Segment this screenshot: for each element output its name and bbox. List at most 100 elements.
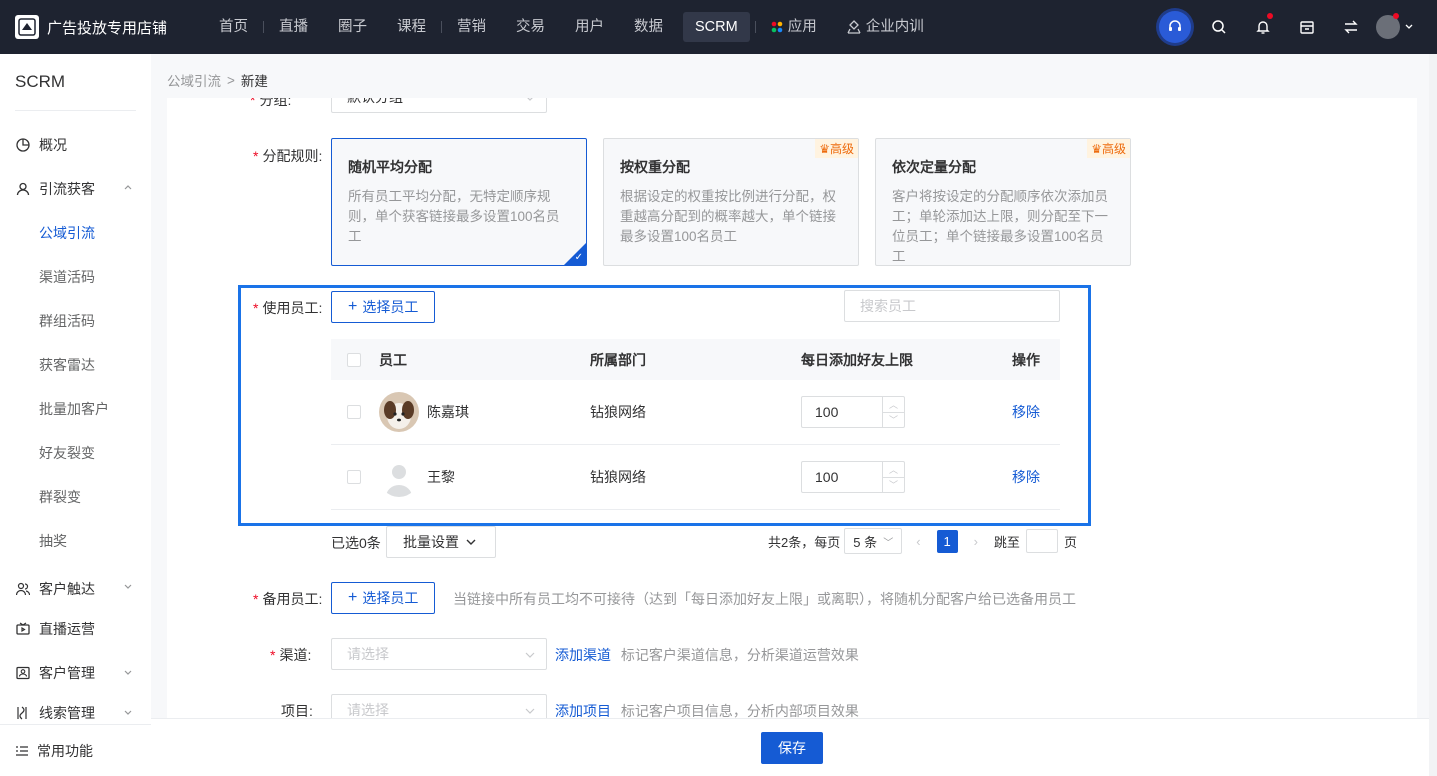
- prev-page-icon[interactable]: ‹: [916, 534, 920, 549]
- selected-count: 已选0条: [331, 535, 381, 551]
- rule-card-sequential[interactable]: ♛ 高级 依次定量分配 客户将按设定的分配顺序依次添加员工；单轮添加达上限，则分配…: [875, 138, 1131, 266]
- apps-grid-icon: [771, 21, 783, 33]
- sidebar-item-reach[interactable]: 客户触达: [0, 569, 151, 609]
- page-size-select[interactable]: 5 条 ﹀: [844, 528, 903, 554]
- chevron-down-icon: [527, 98, 533, 101]
- sidebar-item-label: 客户管理: [39, 665, 95, 681]
- staff-label: * 使用员工:: [253, 300, 323, 316]
- staff-department: 钻狼网络: [590, 469, 646, 485]
- sidebar-item-lead-acquisition[interactable]: 引流获客: [0, 167, 151, 211]
- rule-description: 根据设定的权重按比例进行分配，权重越高分配到的概率越大，单个链接最多设置100名…: [620, 189, 836, 244]
- avatar: [379, 457, 419, 497]
- training-icon: [847, 20, 861, 34]
- remove-link[interactable]: 移除: [1001, 467, 1060, 487]
- store-button[interactable]: [1285, 0, 1329, 54]
- plus-icon: +: [348, 589, 358, 606]
- stepper-up-icon[interactable]: ︿: [883, 462, 904, 478]
- sidebar-sub-batch-add[interactable]: 批量加客户: [0, 387, 151, 431]
- nav-training[interactable]: 企业内训: [832, 12, 939, 42]
- sidebar-item-label: 线索管理: [39, 705, 95, 721]
- customer-service-button[interactable]: [1153, 0, 1197, 54]
- jump-page-input[interactable]: [1025, 529, 1058, 553]
- sidebar-common-functions[interactable]: 常用功能: [0, 724, 151, 776]
- remove-link[interactable]: 移除: [1001, 402, 1060, 422]
- select-all-checkbox[interactable]: [347, 352, 361, 367]
- sidebar-sub-lottery[interactable]: 抽奖: [0, 519, 151, 563]
- select-backup-staff-button[interactable]: + 选择员工: [331, 582, 436, 614]
- stepper-down-icon[interactable]: ﹀: [883, 413, 904, 428]
- breadcrumb-parent[interactable]: 公域引流: [167, 70, 221, 90]
- sidebar-item-overview[interactable]: 概况: [0, 123, 151, 167]
- group-select[interactable]: 默认分组: [331, 98, 547, 113]
- project-select[interactable]: 请选择: [331, 694, 547, 718]
- premium-badge: ♛ 高级: [1087, 139, 1130, 158]
- staff-name: 王黎: [427, 469, 455, 485]
- sidebar-item-label: 直播运营: [39, 621, 95, 637]
- select-staff-button[interactable]: + 选择员工: [331, 291, 436, 323]
- daily-limit-stepper[interactable]: 100 ︿ ﹀: [801, 396, 905, 428]
- sidebar-sub-friend-fission[interactable]: 好友裂变: [0, 431, 151, 475]
- account-menu[interactable]: [1373, 0, 1417, 54]
- search-button[interactable]: [1197, 0, 1241, 54]
- project-placeholder: 请选择: [347, 702, 389, 718]
- pager-total: 共2条，每页: [768, 534, 841, 550]
- sidebar-sub-radar[interactable]: 获客雷达: [0, 343, 151, 387]
- chevron-down-icon: ﹀: [883, 537, 894, 549]
- chevron-down-icon: [525, 652, 535, 658]
- row-checkbox[interactable]: [347, 405, 361, 419]
- chevron-up-icon: [124, 185, 132, 190]
- nav-scrm[interactable]: SCRM: [683, 12, 750, 42]
- col-department: 所属部门: [590, 351, 646, 368]
- nav-live[interactable]: 直播: [264, 12, 323, 42]
- row-checkbox[interactable]: [347, 470, 361, 484]
- sidebar-item-customer-mgmt[interactable]: 客户管理: [0, 649, 151, 697]
- brand[interactable]: 广告投放专用店铺: [0, 15, 200, 39]
- sidebar-sub-channel-code[interactable]: 渠道活码: [0, 255, 151, 299]
- sidebar-sub-public-traffic[interactable]: 公域引流: [0, 211, 151, 255]
- batch-settings-button[interactable]: 批量设置: [386, 526, 496, 558]
- nav-circle[interactable]: 圈子: [323, 12, 382, 42]
- staff-table: 员工 所属部门 每日添加好友上限 操作 陈嘉琪 钻狼网络 100 ︿﹀ 移除: [331, 339, 1060, 510]
- chevron-down-icon: [1405, 24, 1413, 29]
- limit-cell: 100 ︿ ﹀: [801, 461, 1001, 493]
- sidebar-item-live-ops[interactable]: 直播运营: [0, 609, 151, 649]
- page-scrollbar[interactable]: [1429, 54, 1437, 776]
- form-card: *分组: 默认分组 *分配规则: 随机平均分配 所有员工平均分配，无特定顺序规则…: [167, 98, 1417, 718]
- stepper-down-icon[interactable]: ﹀: [883, 478, 904, 493]
- channel-select[interactable]: 请选择: [331, 638, 547, 670]
- nav-trade[interactable]: 交易: [501, 12, 560, 42]
- rule-card-weight[interactable]: ♛ 高级 按权重分配 根据设定的权重按比例进行分配，权重越高分配到的概率越大，单个…: [603, 138, 859, 266]
- daily-limit-stepper[interactable]: 100 ︿ ﹀: [801, 461, 905, 493]
- notification-button[interactable]: [1241, 0, 1285, 54]
- stepper-up-icon[interactable]: ︿: [883, 397, 904, 413]
- user-icon: [15, 181, 31, 197]
- add-project-link[interactable]: 添加项目: [555, 703, 611, 718]
- account-dot: [1393, 13, 1399, 19]
- stepper-value[interactable]: 100: [802, 462, 882, 492]
- stepper-value[interactable]: 100: [802, 397, 882, 427]
- staff-search-input[interactable]: 搜索员工: [844, 290, 1060, 322]
- rule-card-random[interactable]: 随机平均分配 所有员工平均分配，无特定顺序规则，单个获客链接最多设置100名员工…: [331, 138, 587, 266]
- backup-staff-label: * 备用员工:: [253, 591, 323, 607]
- top-navigation-bar: 广告投放专用店铺 首页 直播 圈子 课程 营销 交易 用户 数据 SCRM 应用…: [0, 0, 1437, 54]
- table-row: 陈嘉琪 钻狼网络 100 ︿ ﹀ 移除: [331, 380, 1060, 445]
- limit-cell: 100 ︿ ﹀: [801, 396, 1001, 428]
- switch-button[interactable]: [1329, 0, 1373, 54]
- nav-course[interactable]: 课程: [382, 12, 441, 42]
- nav-apps[interactable]: 应用: [756, 12, 832, 42]
- nav-data[interactable]: 数据: [619, 12, 678, 42]
- col-staff: 员工: [379, 351, 407, 368]
- sidebar-sub-group-code[interactable]: 群组活码: [0, 299, 151, 343]
- page-number[interactable]: 1: [936, 529, 958, 553]
- tv-icon: [15, 621, 31, 637]
- nav-user[interactable]: 用户: [560, 12, 619, 42]
- sidebar-sub-group-fission[interactable]: 群裂变: [0, 475, 151, 519]
- plus-icon: +: [348, 298, 358, 315]
- next-page-icon[interactable]: ›: [974, 534, 978, 549]
- batch-settings-label: 批量设置: [403, 534, 459, 550]
- switch-arrows-icon: [1344, 20, 1358, 34]
- save-button[interactable]: 保存: [761, 732, 823, 764]
- add-channel-link[interactable]: 添加渠道: [555, 647, 611, 663]
- nav-home[interactable]: 首页: [204, 12, 263, 42]
- nav-marketing[interactable]: 营销: [442, 12, 501, 42]
